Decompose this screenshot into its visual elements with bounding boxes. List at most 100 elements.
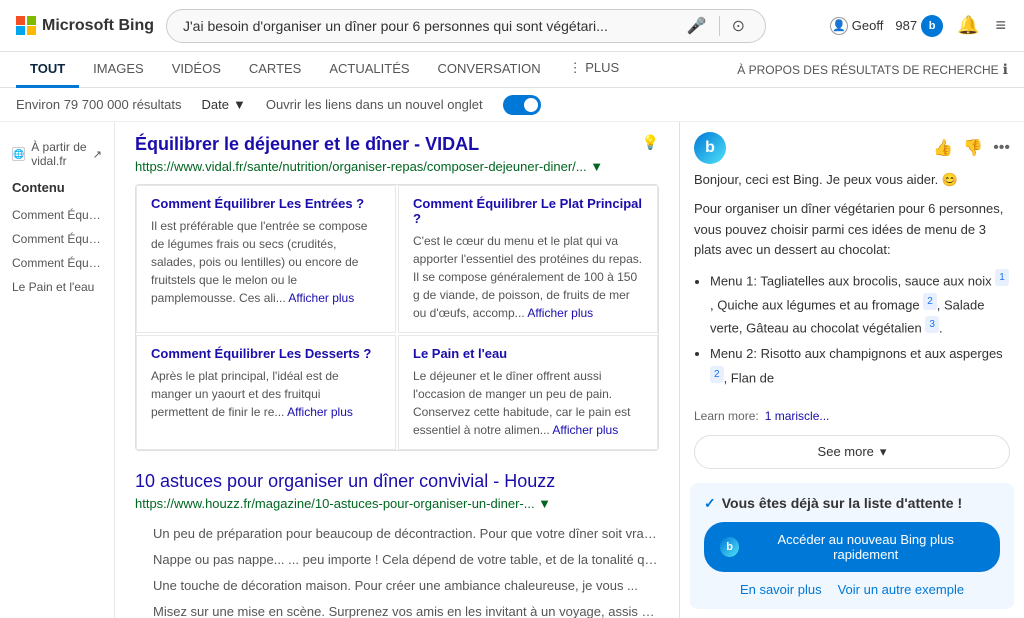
tab-tout[interactable]: TOUT [16, 52, 79, 88]
see-more-button[interactable]: See more ▾ [694, 435, 1010, 469]
ai-menu-1: Menu 1: Tagliatelles aux brocolis, sauce… [710, 269, 1010, 339]
date-label: Date [202, 97, 229, 112]
cell-3-text: Après le plat principal, l'idéal est de … [151, 367, 381, 421]
save-button-1[interactable]: 💡 [642, 134, 659, 151]
tab-videos[interactable]: VIDÉOS [158, 52, 235, 88]
cta-bing-logo: b [720, 537, 739, 557]
bottom-title-text: Vous êtes déjà sur la liste d'attente ! [722, 495, 962, 511]
user-name: Geoff [852, 18, 884, 33]
cell-3-title[interactable]: Comment Équilibrer Les Desserts ? [151, 346, 381, 361]
tab-actualites[interactable]: ACTUALITÉS [315, 52, 423, 88]
ai-menu-2: Menu 2: Risotto aux champignons et aux a… [710, 343, 1010, 389]
notifications-button[interactable]: 🔔 [955, 13, 981, 38]
bullet-3: Une touche de décoration maison. Pour cr… [153, 573, 659, 599]
learn-more-link[interactable]: 1 mariscle... [765, 409, 830, 423]
header: Microsoft Bing 🎤 ⊙ 👤 Geoff 987 b 🔔 ≡ [0, 0, 1024, 52]
cell-1-text: Il est préférable que l'entrée se compos… [151, 217, 381, 307]
cite-4: 2 [710, 366, 724, 383]
sidebar-item-1[interactable]: Comment Équil... [0, 203, 114, 227]
sidebar-item-3[interactable]: Comment Équil... [0, 251, 114, 275]
show-more-2[interactable]: Afficher plus [527, 306, 593, 320]
logo-text: Microsoft Bing [42, 17, 154, 35]
ai-bottom-title: ✓ Vous êtes déjà sur la liste d'attente … [704, 495, 1000, 512]
source-icon: 🌐 [12, 147, 25, 161]
cell-2-title[interactable]: Comment Équilibrer Le Plat Principal ? [413, 196, 643, 226]
chevron-down-icon: ▾ [880, 444, 887, 460]
thumbs-down-button[interactable]: 👎 [963, 138, 983, 158]
ai-header: b 👍 👎 ••• [680, 122, 1024, 170]
points-badge[interactable]: 987 b [895, 15, 943, 37]
results-area: Équilibrer le déjeuner et le dîner - VID… [115, 122, 679, 618]
ms-logo [16, 16, 36, 36]
cite-3: 3 [925, 316, 939, 333]
ai-more-button[interactable]: ••• [993, 139, 1010, 157]
header-right: 👤 Geoff 987 b 🔔 ≡ [830, 13, 1008, 38]
camera-button[interactable]: ⊙ [728, 16, 749, 36]
rich-cell-2: Comment Équilibrer Le Plat Principal ? C… [398, 185, 658, 333]
nav-about[interactable]: À PROPOS DES RÉSULTATS DE RECHERCHE ℹ [737, 61, 1008, 78]
date-chevron: ▼ [233, 97, 246, 112]
rich-cell-4: Le Pain et l'eau Le déjeuner et le dîner… [398, 335, 658, 450]
cite-1: 1 [995, 269, 1009, 286]
tab-images[interactable]: IMAGES [79, 52, 158, 88]
sub-header: Environ 79 700 000 résultats Date ▼ Ouvr… [0, 88, 1024, 122]
ai-bottom-panel: ✓ Vous êtes déjà sur la liste d'attente … [690, 483, 1014, 609]
sidebar: 🌐 À partir de vidal.fr ↗ Contenu Comment… [0, 122, 115, 618]
show-more-4[interactable]: Afficher plus [552, 423, 618, 437]
user-icon: 👤 [830, 17, 848, 35]
ai-greeting: Bonjour, ceci est Bing. Je peux vous aid… [694, 170, 1010, 191]
result-2-url[interactable]: https://www.houzz.fr/magazine/10-astuces… [135, 496, 659, 511]
bullet-1: Un peu de préparation pour beaucoup de d… [153, 521, 659, 547]
external-link-icon: ↗ [93, 148, 102, 161]
result-2-title[interactable]: 10 astuces pour organiser un dîner convi… [135, 471, 659, 492]
learn-more-label: Learn more: [694, 409, 759, 423]
ai-cta-button[interactable]: b Accéder au nouveau Bing plus rapidemen… [704, 522, 1000, 572]
tab-conversation[interactable]: CONVERSATION [424, 52, 555, 88]
new-tab-label: Ouvrir les liens dans un nouvel onglet [266, 97, 483, 112]
menu-button[interactable]: ≡ [993, 13, 1008, 38]
search-input[interactable] [183, 18, 675, 34]
date-filter[interactable]: Date ▼ [202, 97, 246, 112]
show-more-1[interactable]: Afficher plus [288, 291, 354, 305]
sidebar-item-2[interactable]: Comment Équil... [0, 227, 114, 251]
sidebar-source[interactable]: 🌐 À partir de vidal.fr ↗ [0, 134, 114, 174]
cell-1-title[interactable]: Comment Équilibrer Les Entrées ? [151, 196, 381, 211]
ai-content: Bonjour, ceci est Bing. Je peux vous aid… [680, 170, 1024, 403]
result-2-bullets: Un peu de préparation pour beaucoup de d… [135, 521, 659, 618]
result-card-2: 10 astuces pour organiser un dîner convi… [135, 471, 659, 618]
more-label: ⋮ PLUS [569, 60, 620, 76]
mic-button[interactable]: 🎤 [683, 16, 711, 36]
nav-tabs: TOUT IMAGES VIDÉOS CARTES ACTUALITÉS CON… [0, 52, 1024, 88]
rich-cell-1: Comment Équilibrer Les Entrées ? Il est … [136, 185, 396, 333]
user-info[interactable]: 👤 Geoff [830, 17, 884, 35]
new-tab-toggle[interactable] [503, 95, 541, 115]
results-count: Environ 79 700 000 résultats [16, 97, 182, 112]
show-more-3[interactable]: Afficher plus [287, 405, 353, 419]
check-icon: ✓ [704, 495, 716, 512]
see-example-link[interactable]: Voir un autre exemple [838, 582, 964, 597]
ai-bottom-links: En savoir plus Voir un autre exemple [704, 582, 1000, 597]
points-value: 987 [895, 18, 917, 33]
result-1-url[interactable]: https://www.vidal.fr/sante/nutrition/org… [135, 159, 603, 174]
search-bar: 🎤 ⊙ [166, 9, 766, 43]
result-card-1: Équilibrer le déjeuner et le dîner - VID… [135, 134, 659, 451]
sidebar-item-4[interactable]: Le Pain et l'eau [0, 275, 114, 299]
ai-logo-char: b [705, 139, 715, 157]
logo-area: Microsoft Bing [16, 16, 154, 36]
cell-4-title[interactable]: Le Pain et l'eau [413, 346, 643, 361]
cite-2: 2 [923, 293, 937, 310]
search-divider [719, 16, 720, 36]
cell-4-text: Le déjeuner et le dîner offrent aussi l'… [413, 367, 643, 439]
ai-logo: b [694, 132, 726, 164]
tab-cartes[interactable]: CARTES [235, 52, 316, 88]
learn-more-bottom-link[interactable]: En savoir plus [740, 582, 822, 597]
result-1-title[interactable]: Équilibrer le déjeuner et le dîner - VID… [135, 134, 603, 155]
ai-learn-more: Learn more: 1 mariscle... [680, 403, 1024, 429]
thumbs-up-button[interactable]: 👍 [933, 138, 953, 158]
main-content: 🌐 À partir de vidal.fr ↗ Contenu Comment… [0, 122, 1024, 618]
cell-2-text: C'est le cœur du menu et le plat qui va … [413, 232, 643, 322]
ai-intro: Pour organiser un dîner végétarien pour … [694, 199, 1010, 261]
tab-more[interactable]: ⋮ PLUS [555, 52, 634, 88]
rich-result-grid: Comment Équilibrer Les Entrées ? Il est … [135, 184, 659, 451]
bing-rewards-icon: b [921, 15, 943, 37]
